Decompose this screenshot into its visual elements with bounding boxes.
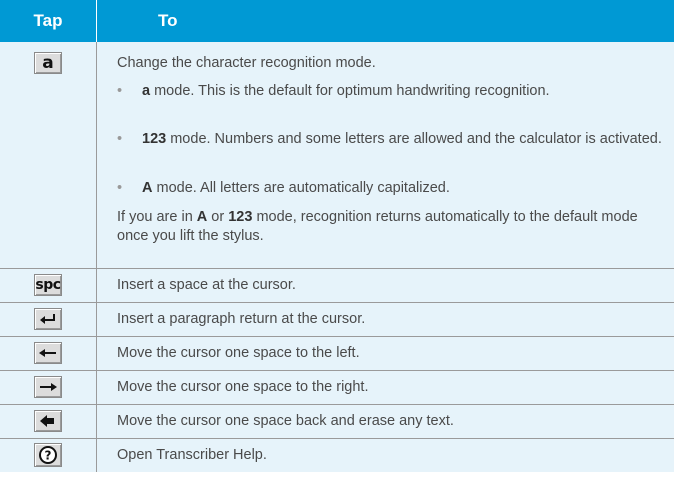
mode-intro: Change the character recognition mode. — [117, 55, 376, 71]
a-mode-icon: a — [34, 52, 62, 74]
bullet-bold: A — [142, 180, 153, 196]
space-icon: spc — [34, 274, 62, 296]
row-text: Insert a space at the cursor. — [117, 277, 296, 293]
row-text: Move the cursor one space to the left. — [117, 345, 360, 361]
mode-note: If you are in A or 123 mode, recognition… — [117, 209, 638, 244]
help-icon: ? — [34, 443, 62, 467]
table-row-space: spc Insert a space at the cursor. — [0, 269, 674, 302]
backspace-icon — [34, 410, 62, 432]
bullet-text: mode. This is the default for optimum ha… — [150, 83, 550, 99]
row-text: Move the cursor one space back and erase… — [117, 413, 454, 429]
enter-icon — [34, 308, 62, 330]
table-row-mode: a Change the character recognition mode.… — [0, 42, 674, 268]
header-to: To — [158, 11, 178, 30]
table-row-left: Move the cursor one space to the left. — [0, 337, 674, 370]
table-row-right: Move the cursor one space to the right. — [0, 371, 674, 404]
right-arrow-icon — [34, 376, 62, 398]
table-row-enter: Insert a paragraph return at the cursor. — [0, 303, 674, 336]
column-divider — [96, 42, 97, 268]
table-header: Tap To — [0, 0, 674, 42]
bullet-text: mode. All letters are automatically capi… — [152, 180, 450, 196]
left-arrow-icon — [34, 342, 62, 364]
bullet-bold: 123 — [142, 131, 167, 147]
row-text: Move the cursor one space to the right. — [117, 379, 369, 395]
header-divider — [96, 0, 97, 42]
table-row-help: ? Open Transcriber Help. — [0, 439, 674, 472]
bullet-text: mode. Numbers and some letters are allow… — [166, 131, 662, 147]
bullet-bold: a — [142, 83, 151, 99]
table-row-backspace: Move the cursor one space back and erase… — [0, 405, 674, 438]
row-text: Insert a paragraph return at the cursor. — [117, 311, 366, 327]
header-tap: Tap — [33, 11, 63, 30]
row-text: Open Transcriber Help. — [117, 447, 267, 463]
tap-cell: a — [0, 42, 96, 268]
svg-text:?: ? — [45, 449, 52, 463]
